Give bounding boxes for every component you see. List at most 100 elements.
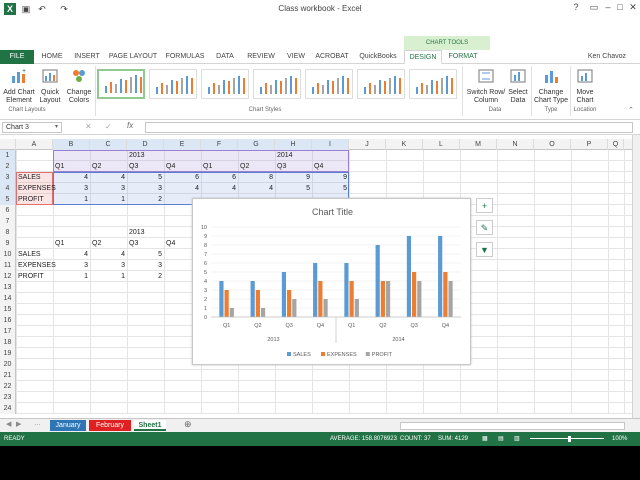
column-header-G[interactable]: G: [238, 139, 275, 150]
row-header-11[interactable]: 11: [0, 260, 16, 271]
cell-value[interactable]: 3: [55, 183, 88, 194]
column-header-K[interactable]: K: [386, 139, 423, 150]
cell-year[interactable]: 2013: [129, 227, 162, 238]
cell-quarter[interactable]: Q2: [92, 161, 125, 172]
horizontal-scrollbar[interactable]: [400, 422, 625, 430]
page-break-view-icon[interactable]: ▥: [514, 432, 520, 446]
column-header-O[interactable]: O: [534, 139, 571, 150]
tab-design[interactable]: DESIGN: [404, 50, 442, 64]
page-layout-view-icon[interactable]: ▤: [498, 432, 504, 446]
row-header-10[interactable]: 10: [0, 249, 16, 260]
cell-label[interactable]: EXPENSES: [18, 260, 56, 271]
select-data-button[interactable]: Select Data: [507, 68, 529, 105]
chart-style-thumb[interactable]: [357, 69, 405, 99]
quick-layout-button[interactable]: Quick Layout: [36, 68, 64, 105]
cell-value[interactable]: 3: [92, 260, 125, 271]
column-header-C[interactable]: C: [90, 139, 127, 150]
cell-value[interactable]: 4: [203, 183, 236, 194]
sheet-tab-january[interactable]: January: [50, 420, 86, 431]
row-header-16[interactable]: 16: [0, 315, 16, 326]
row-header-1[interactable]: 1: [0, 150, 16, 161]
row-header-18[interactable]: 18: [0, 337, 16, 348]
cell-value[interactable]: 4: [92, 249, 125, 260]
row-header-9[interactable]: 9: [0, 238, 16, 249]
cell-value[interactable]: 3: [129, 260, 162, 271]
cell-value[interactable]: 1: [92, 194, 125, 205]
row-header-7[interactable]: 7: [0, 216, 16, 227]
row-header-24[interactable]: 24: [0, 403, 16, 414]
chart-styles-brush-icon[interactable]: ✎: [476, 220, 493, 235]
cell-label[interactable]: PROFIT: [18, 271, 51, 282]
sheet-tab-february[interactable]: February: [89, 420, 131, 431]
cell-label[interactable]: SALES: [18, 172, 51, 183]
column-header-P[interactable]: P: [571, 139, 608, 150]
cell-value[interactable]: 9: [314, 172, 347, 183]
tab-page-layout[interactable]: PAGE LAYOUT: [106, 50, 160, 64]
cell-value[interactable]: 9: [277, 172, 310, 183]
row-header-21[interactable]: 21: [0, 370, 16, 381]
cell-value[interactable]: 2: [129, 271, 162, 282]
tab-acrobat[interactable]: ACROBAT: [312, 50, 352, 64]
cell-quarter[interactable]: Q3: [129, 238, 162, 249]
tab-home[interactable]: HOME: [36, 50, 68, 64]
cell-value[interactable]: 8: [240, 172, 273, 183]
column-header-N[interactable]: N: [497, 139, 534, 150]
row-header-17[interactable]: 17: [0, 326, 16, 337]
sheet-tab-sheet1[interactable]: Sheet1: [134, 420, 166, 431]
cell-value[interactable]: 3: [129, 183, 162, 194]
select-all-corner[interactable]: [0, 139, 16, 150]
chart-elements-plus-icon[interactable]: +: [476, 198, 493, 213]
normal-view-icon[interactable]: ▦: [482, 432, 488, 446]
cell-value[interactable]: 6: [166, 172, 199, 183]
cell-value[interactable]: 4: [240, 183, 273, 194]
cell-quarter[interactable]: Q3: [277, 161, 310, 172]
cell-value[interactable]: 5: [314, 183, 347, 194]
cell-label[interactable]: PROFIT: [18, 194, 51, 205]
fx-icon[interactable]: fx: [127, 121, 133, 130]
chart-style-thumb[interactable]: [97, 69, 145, 99]
name-box[interactable]: Chart 3: [2, 122, 62, 133]
tab-review[interactable]: REVIEW: [242, 50, 280, 64]
zoom-level[interactable]: 100%: [612, 432, 627, 446]
switch-row-column-button[interactable]: Switch Row/ Column: [466, 68, 506, 105]
cell-quarter[interactable]: Q4: [314, 161, 347, 172]
column-header-L[interactable]: L: [423, 139, 460, 150]
cell-quarter[interactable]: Q2: [240, 161, 273, 172]
row-header-15[interactable]: 15: [0, 304, 16, 315]
row-header-4[interactable]: 4: [0, 183, 16, 194]
more-sheets-icon[interactable]: …: [34, 420, 41, 427]
change-colors-button[interactable]: Change Colors: [64, 68, 94, 105]
cell-value[interactable]: 6: [203, 172, 236, 183]
cell-value[interactable]: 5: [129, 249, 162, 260]
move-chart-button[interactable]: Move Chart: [572, 68, 598, 105]
cell-label[interactable]: SALES: [18, 249, 51, 260]
chart-svg[interactable]: Chart Title 0 1 2 3 4 5 6 7 8 9 10 Q1 Q2 Q3 Q4 Q1 Q2 Q3 Q4 2…: [193, 199, 472, 366]
chevron-down-icon[interactable]: ▾: [55, 123, 58, 130]
row-header-23[interactable]: 23: [0, 392, 16, 403]
cell-value[interactable]: 4: [92, 172, 125, 183]
scroll-right-icon[interactable]: ▶: [16, 420, 21, 428]
row-header-22[interactable]: 22: [0, 381, 16, 392]
row-header-2[interactable]: 2: [0, 161, 16, 172]
tab-view[interactable]: VIEW: [282, 50, 310, 64]
cell-quarter[interactable]: Q3: [129, 161, 162, 172]
new-sheet-plus-icon[interactable]: ⊕: [184, 419, 192, 430]
cell-quarter[interactable]: Q1: [55, 161, 88, 172]
column-header-I[interactable]: I: [312, 139, 349, 150]
cell-value[interactable]: 5: [129, 172, 162, 183]
cell-value[interactable]: 3: [55, 260, 88, 271]
tab-quickbooks[interactable]: QuickBooks: [354, 50, 402, 64]
zoom-slider[interactable]: [530, 438, 604, 439]
tab-data[interactable]: DATA: [210, 50, 240, 64]
cell-value[interactable]: 3: [92, 183, 125, 194]
chart-style-thumb[interactable]: [149, 69, 197, 99]
zoom-thumb[interactable]: [568, 436, 571, 442]
row-header-13[interactable]: 13: [0, 282, 16, 293]
column-header-E[interactable]: E: [164, 139, 201, 150]
chart-style-thumb[interactable]: [253, 69, 301, 99]
cell-quarter[interactable]: Q4: [166, 161, 199, 172]
column-header-A[interactable]: A: [16, 139, 53, 150]
tab-format[interactable]: FORMAT: [444, 50, 482, 64]
column-header-F[interactable]: F: [201, 139, 238, 150]
help-icon[interactable]: ?: [568, 2, 584, 14]
